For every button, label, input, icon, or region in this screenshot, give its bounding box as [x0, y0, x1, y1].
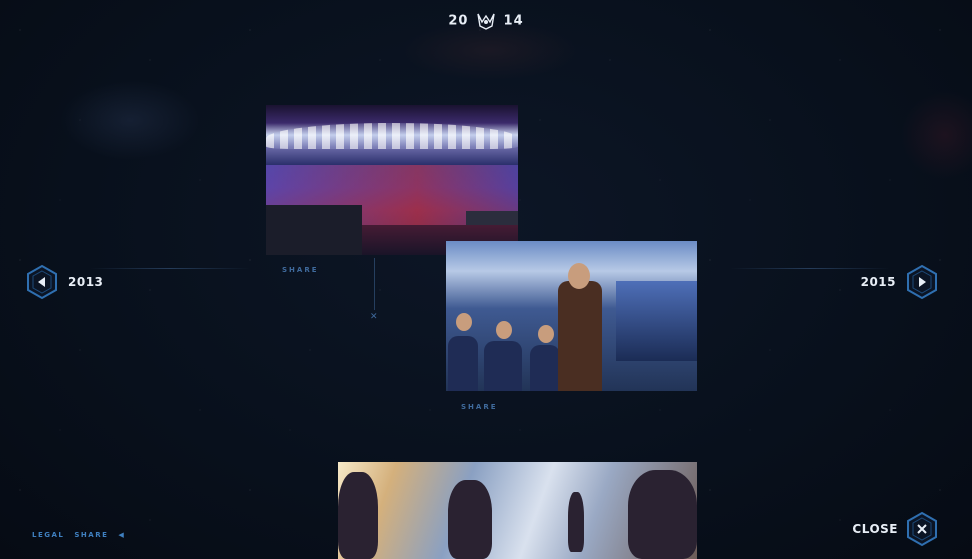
- character-silhouette: [628, 470, 697, 559]
- worlds-crest-icon: [476, 12, 496, 30]
- person-figure: [484, 341, 522, 391]
- gallery-image-stadium[interactable]: [266, 105, 518, 255]
- character-silhouette: [568, 492, 584, 552]
- stage-structure: [466, 211, 518, 225]
- year-prefix: 20: [448, 13, 469, 29]
- person-head: [496, 321, 512, 339]
- chevron-right-icon[interactable]: [906, 264, 938, 300]
- person-head: [538, 325, 554, 343]
- cross-marker-icon: ✕: [370, 312, 378, 322]
- person-figure: [558, 281, 602, 391]
- prev-year-nav[interactable]: 2013: [26, 264, 103, 300]
- year-suffix: 14: [503, 13, 524, 29]
- gallery-image-artwork[interactable]: [338, 462, 697, 559]
- person-head: [456, 313, 472, 331]
- character-silhouette: [448, 480, 492, 559]
- footer-share-link[interactable]: SHARE: [74, 531, 108, 539]
- nebula-decoration: [60, 80, 200, 160]
- timeline-line-left: [90, 268, 250, 269]
- person-figure: [448, 336, 478, 391]
- prev-year-label[interactable]: 2013: [68, 275, 103, 289]
- character-silhouette: [338, 472, 378, 559]
- next-year-label[interactable]: 2015: [861, 275, 896, 289]
- footer-links: LEGAL SHARE ◀: [32, 531, 125, 539]
- stadium-roof: [266, 123, 518, 149]
- person-figure: [530, 345, 560, 391]
- gallery-image-team-stage[interactable]: [446, 241, 697, 391]
- caret-left-icon[interactable]: ◀: [118, 531, 125, 539]
- legal-link[interactable]: LEGAL: [32, 531, 64, 539]
- stage-structure: [266, 205, 362, 255]
- close-icon[interactable]: [906, 511, 938, 547]
- close-button[interactable]: CLOSE: [852, 511, 938, 547]
- close-label[interactable]: CLOSE: [852, 522, 898, 536]
- person-head: [568, 263, 590, 289]
- next-year-nav[interactable]: 2015: [861, 264, 938, 300]
- stage-screen: [616, 281, 697, 361]
- share-link[interactable]: SHARE: [282, 266, 319, 274]
- chevron-left-icon[interactable]: [26, 264, 58, 300]
- year-logo: 20 14: [0, 12, 972, 30]
- vertical-connector: [374, 258, 375, 310]
- share-link[interactable]: SHARE: [461, 403, 498, 411]
